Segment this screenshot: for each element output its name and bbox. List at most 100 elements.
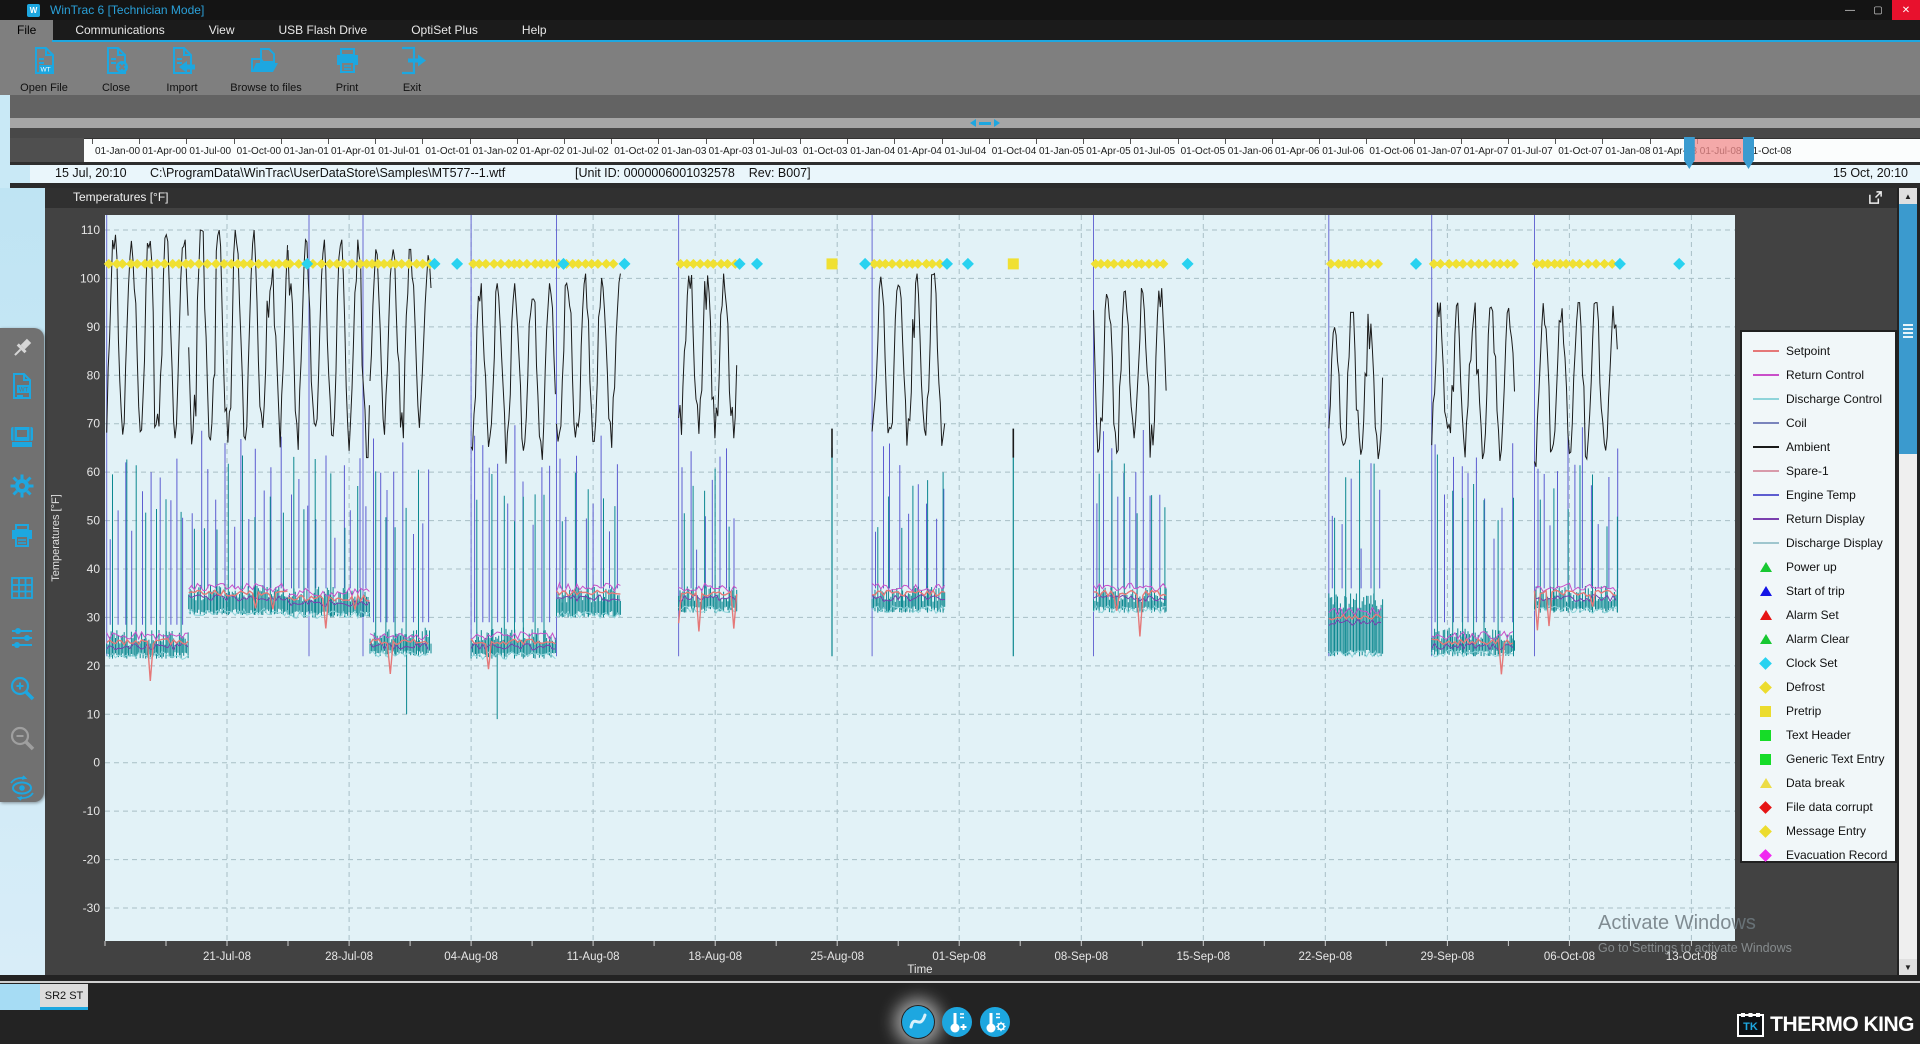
scroll-up-button[interactable]: ▲ [1899, 188, 1917, 204]
legend-item-discharge-control[interactable]: Discharge Control [1742, 387, 1895, 411]
legend-item-engine-temp[interactable]: Engine Temp [1742, 483, 1895, 507]
legend-item-file-data-corrupt[interactable]: File data corrupt [1742, 795, 1895, 819]
thermometer-add-button[interactable] [940, 1005, 974, 1039]
legend-item-message-entry[interactable]: Message Entry [1742, 819, 1895, 843]
sidebar-refresh-view-button[interactable] [7, 775, 37, 805]
timeline-label: 01-Jan-04 [850, 146, 895, 157]
timeline-label: 01-Jul-06 [1322, 146, 1364, 157]
legend-item-coil[interactable]: Coil [1742, 411, 1895, 435]
maximize-button[interactable]: ▢ [1864, 0, 1892, 20]
legend-item-return-control[interactable]: Return Control [1742, 363, 1895, 387]
legend-item-data-break[interactable]: Data break [1742, 771, 1895, 795]
sidebar-pin-button[interactable] [7, 336, 37, 366]
unit-info: [Unit ID: 0000006001032578 Rev: B007] [575, 166, 811, 180]
print-button[interactable]: Print [323, 46, 371, 94]
sidebar-print-button[interactable] [7, 523, 37, 553]
activate-windows-watermark: Activate Windows [1598, 912, 1756, 935]
timeline-tick [942, 139, 943, 144]
timeline-tick [422, 139, 423, 144]
sidebar-zoom-in-button[interactable] [7, 675, 37, 705]
legend-item-power-up[interactable]: Power up [1742, 555, 1895, 579]
legend-item-return-display[interactable]: Return Display [1742, 507, 1895, 531]
minimize-button[interactable]: — [1836, 0, 1864, 20]
range-end-time: 15 Oct, 20:10 [1833, 166, 1908, 180]
timeline-navigator[interactable]: 01-Jan-0001-Apr-0001-Jul-0001-Oct-0001-J… [84, 138, 1920, 163]
range-start-time: 15 Jul, 20:10 [55, 166, 127, 180]
splitter-grip[interactable] [962, 118, 1008, 128]
timeline-label: 01-Jul-05 [1133, 146, 1175, 157]
legend-line-swatch [1752, 398, 1779, 400]
timeline-tick [1178, 139, 1179, 144]
browse-to-files-button[interactable]: Browse to files [218, 46, 314, 94]
sidebar-settings-gear-button[interactable] [7, 473, 37, 503]
close-button[interactable]: Close [91, 46, 141, 94]
sidebar-grid-view-button[interactable] [7, 575, 37, 605]
temperature-chart[interactable]: 1101009080706050403020100-10-20-30Temper… [45, 208, 1897, 975]
legend-item-discharge-display[interactable]: Discharge Display [1742, 531, 1895, 555]
timeline-tick [1083, 139, 1084, 144]
chart-tools-sidebar: WT [0, 328, 44, 802]
legend-item-clock-set[interactable]: Clock Set [1742, 651, 1895, 675]
menu-item-usb-flash-drive[interactable]: USB Flash Drive [257, 20, 390, 40]
sidebar-filter-sliders-button[interactable] [7, 625, 37, 655]
legend-item-defrost[interactable]: Defrost [1742, 675, 1895, 699]
menu-item-optiset-plus[interactable]: OptiSet Plus [389, 20, 500, 40]
svg-text:08-Sep-08: 08-Sep-08 [1054, 951, 1108, 963]
file-path: C:\ProgramData\WinTrac\UserDataStore\Sam… [150, 166, 505, 180]
expand-panel-icon[interactable] [1868, 190, 1883, 205]
timeline-label: 01-Jul-01 [378, 146, 420, 157]
timeline-label: 01-Apr-00 [142, 146, 186, 157]
legend-line-swatch [1752, 518, 1779, 520]
browse-files-icon [249, 46, 283, 80]
signature-wave-button[interactable] [901, 1005, 935, 1039]
timeline-label: 01-Jan-05 [1039, 146, 1084, 157]
timeline-tick [1414, 139, 1415, 144]
menu-item-communications[interactable]: Communications [53, 20, 186, 40]
timeline-tick [894, 139, 895, 144]
legend-item-pretrip[interactable]: Pretrip [1742, 699, 1895, 723]
sidebar-open-file-button[interactable]: WT [7, 373, 37, 403]
grid-view-icon [8, 574, 36, 607]
menu-item-file[interactable]: File [0, 20, 53, 42]
menu-item-view[interactable]: View [187, 20, 257, 40]
svg-text:40: 40 [87, 562, 101, 576]
zoom-out-icon [8, 724, 36, 757]
sidebar-controller-device-button[interactable] [7, 423, 37, 453]
status-left-margin [10, 165, 30, 183]
sidebar-zoom-out-button[interactable] [7, 725, 37, 755]
legend-item-setpoint[interactable]: Setpoint [1742, 339, 1895, 363]
svg-text:-20: -20 [83, 853, 101, 867]
thermometer-settings-button[interactable] [978, 1005, 1012, 1039]
timeline-tick [753, 139, 754, 144]
timeline-label: 01-Jul-02 [567, 146, 609, 157]
legend-item-generic-text-entry[interactable]: Generic Text Entry [1742, 747, 1895, 771]
filter-sliders-icon [8, 624, 36, 657]
legend-item-start-of-trip[interactable]: Start of trip [1742, 579, 1895, 603]
svg-text:WT: WT [19, 387, 29, 393]
legend-item-alarm-set[interactable]: Alarm Set [1742, 603, 1895, 627]
timeline-tick [1319, 139, 1320, 144]
legend-line-swatch [1752, 350, 1779, 352]
legend-item-alarm-clear[interactable]: Alarm Clear [1742, 627, 1895, 651]
legend-item-evacuation-record[interactable]: Evacuation Record [1742, 843, 1895, 867]
legend-square-marker [1752, 730, 1779, 741]
scroll-down-button[interactable]: ▼ [1899, 959, 1917, 975]
legend-item-text-header[interactable]: Text Header [1742, 723, 1895, 747]
svg-text:-10: -10 [83, 804, 101, 818]
vertical-scrollbar[interactable]: ▲ ▼ [1899, 188, 1917, 975]
legend-item-spare-1[interactable]: Spare-1 [1742, 459, 1895, 483]
legend-square-marker [1752, 706, 1779, 717]
svg-text:0: 0 [93, 756, 100, 770]
close-button[interactable]: ✕ [1892, 0, 1920, 20]
splitter-bar-icon [979, 122, 991, 125]
timeline-tick [847, 139, 848, 144]
legend-line-swatch [1752, 374, 1779, 376]
tab-sr2-st[interactable]: SR2 ST [40, 984, 88, 1010]
import-icon [169, 46, 196, 80]
legend-item-ambient[interactable]: Ambient [1742, 435, 1895, 459]
menu-item-help[interactable]: Help [500, 20, 569, 40]
import-button[interactable]: Import [157, 46, 207, 94]
open-file-button[interactable]: WTOpen File [12, 46, 76, 94]
exit-button[interactable]: Exit [390, 46, 434, 94]
scrollbar-thumb[interactable] [1899, 204, 1917, 454]
